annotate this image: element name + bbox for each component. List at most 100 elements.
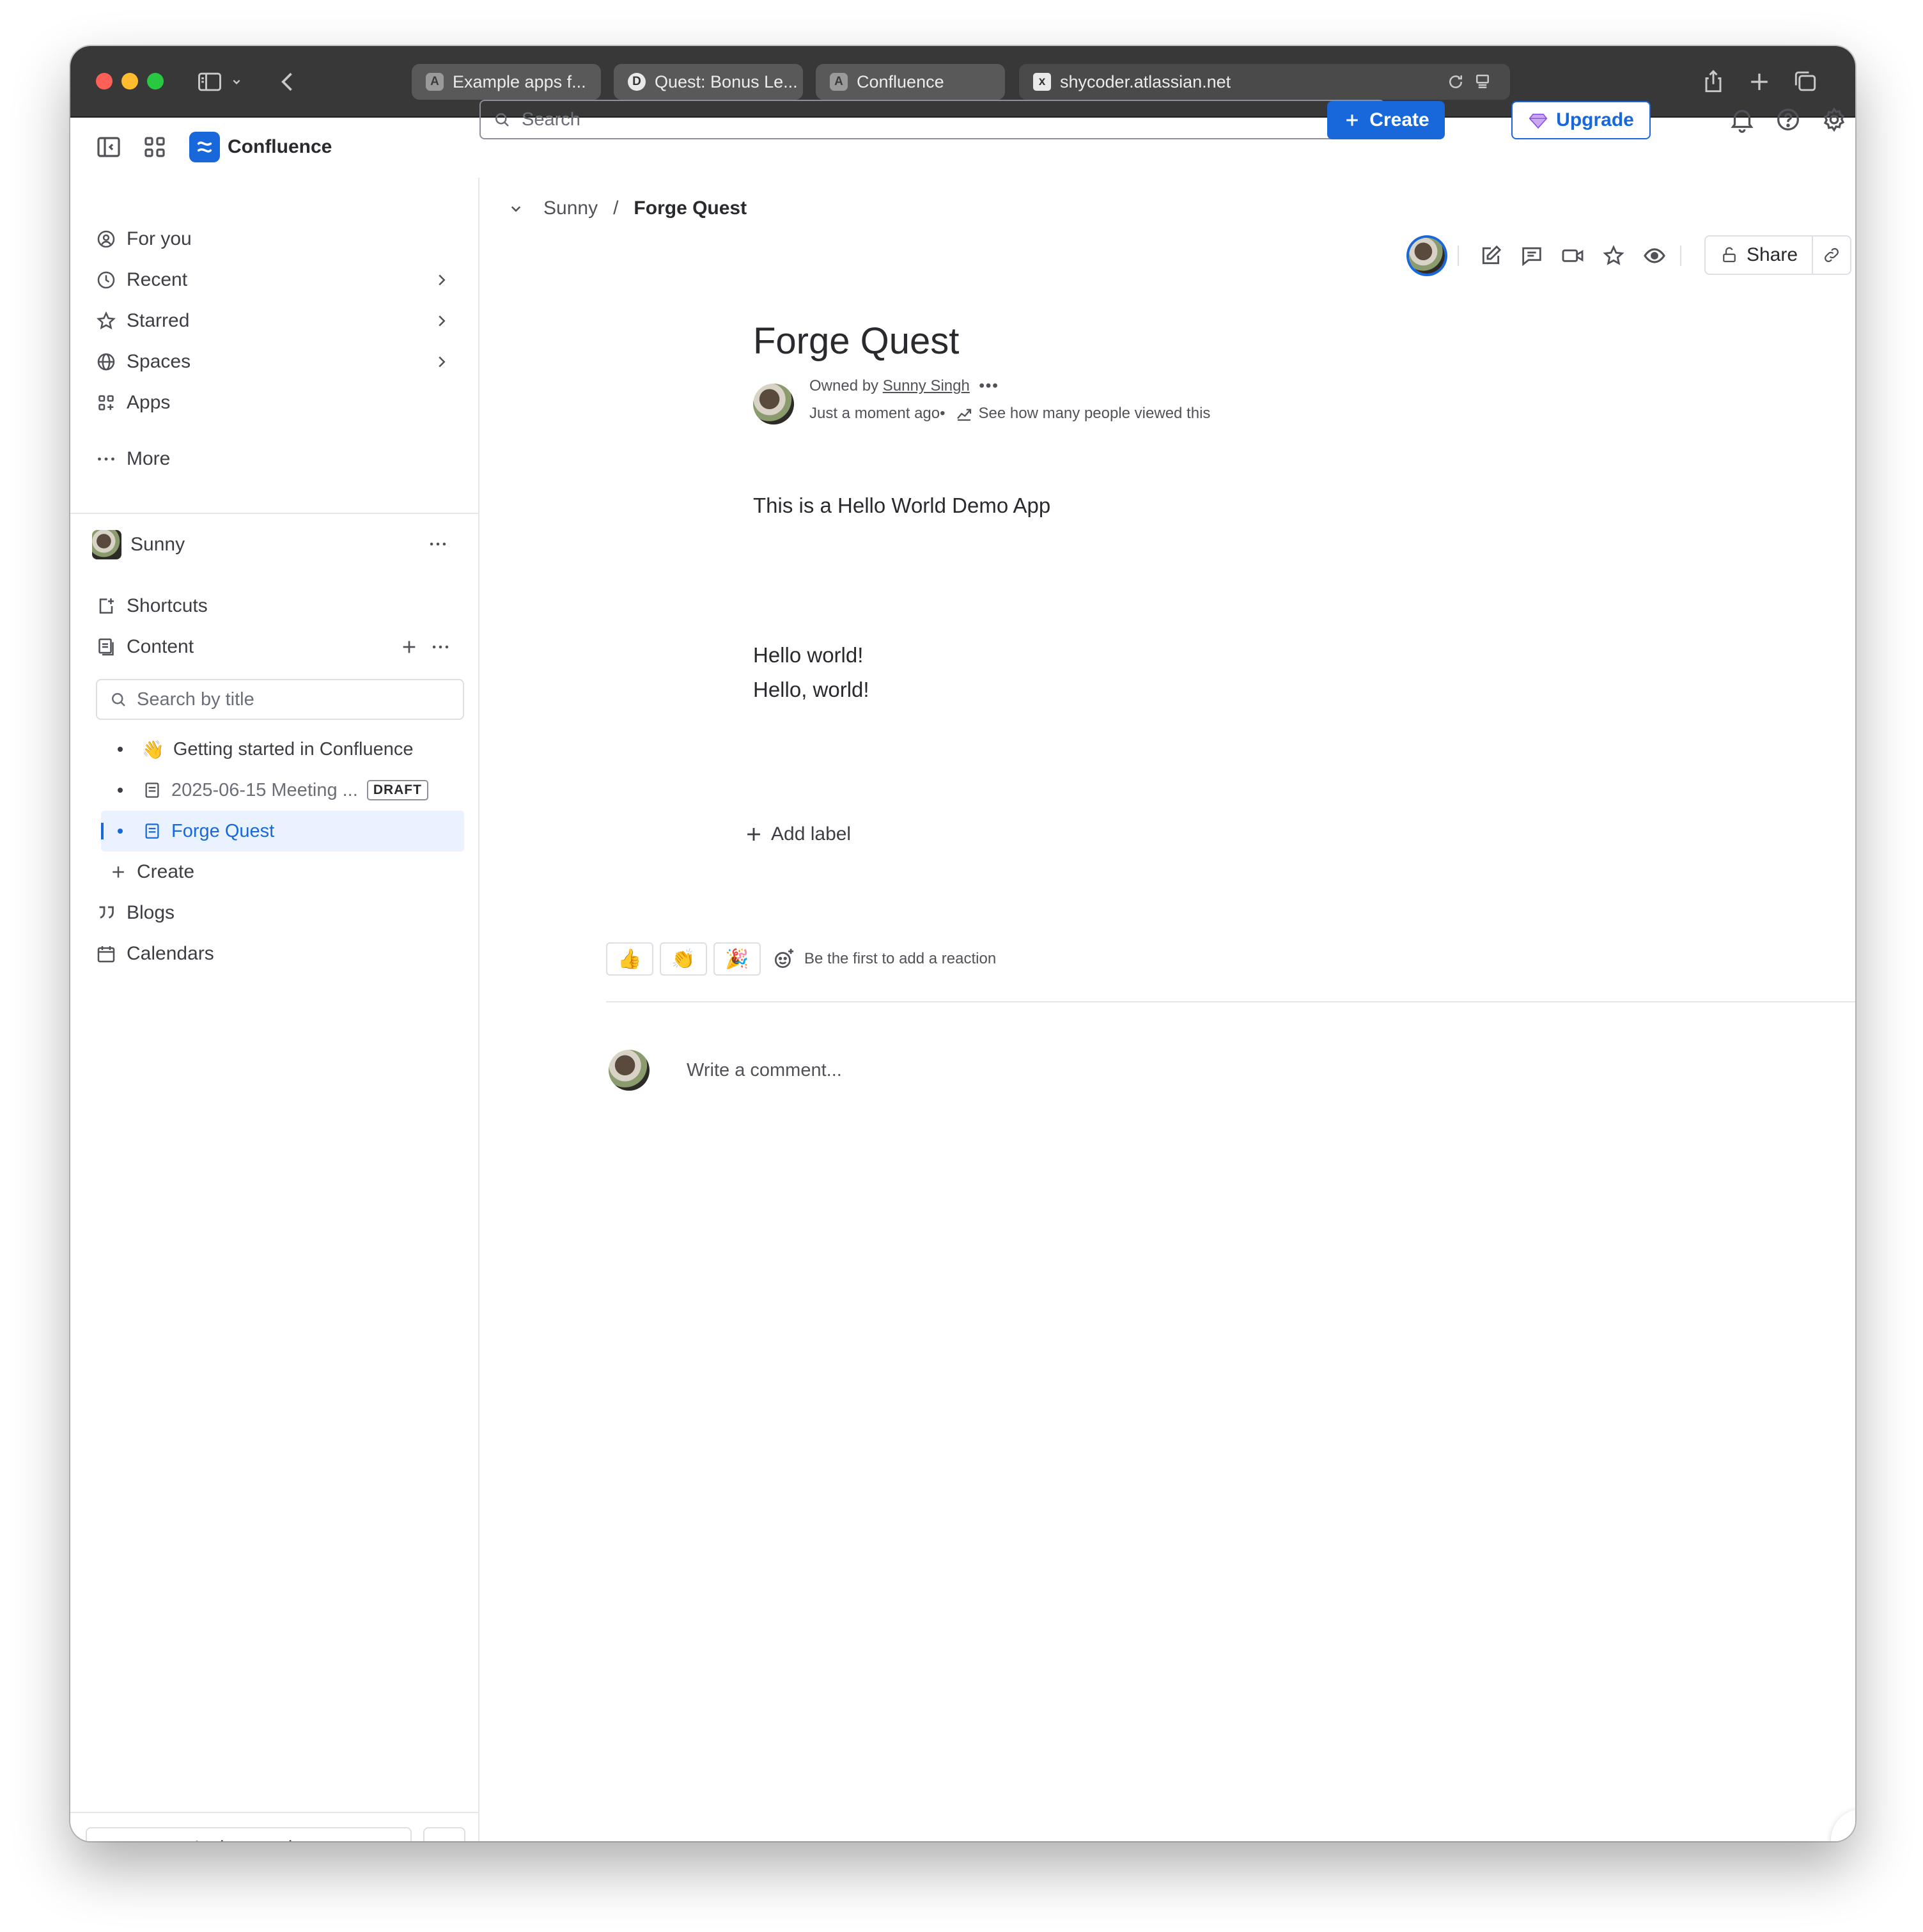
star-icon[interactable] bbox=[1601, 243, 1626, 269]
chevron-right-icon[interactable] bbox=[432, 352, 451, 371]
watch-eye-icon[interactable] bbox=[1642, 243, 1667, 269]
chevron-down-icon[interactable] bbox=[506, 199, 526, 218]
address-bar-tab[interactable]: x shycoder.atlassian.net bbox=[1019, 64, 1510, 100]
share-icon[interactable] bbox=[1699, 68, 1727, 96]
brand-name[interactable]: Confluence bbox=[228, 132, 332, 162]
video-icon[interactable] bbox=[1560, 243, 1585, 269]
views-analytics-link[interactable]: See how many people viewed this bbox=[979, 405, 1211, 423]
toolbar-divider bbox=[1680, 245, 1681, 266]
body-paragraph: This is a Hello World Demo App bbox=[753, 494, 1051, 517]
tree-item-forge-quest[interactable]: Forge Quest bbox=[101, 811, 464, 852]
sidebar-item-content[interactable]: Content bbox=[95, 629, 465, 665]
plus-icon bbox=[747, 828, 760, 841]
reader-icon[interactable] bbox=[1473, 72, 1492, 91]
sidebar-item-label: Calendars bbox=[127, 943, 214, 964]
confluence-logo-icon[interactable] bbox=[189, 132, 220, 162]
minimize-window-button[interactable] bbox=[121, 73, 138, 90]
sidebar-item-blogs[interactable]: Blogs bbox=[95, 895, 465, 931]
reload-icon[interactable] bbox=[1446, 72, 1465, 91]
unlock-icon bbox=[1723, 247, 1736, 263]
comment-placeholder[interactable]: Write a comment... bbox=[687, 1060, 842, 1081]
add-reaction-icon[interactable] bbox=[767, 942, 800, 976]
tree-item-getting-started[interactable]: 👋 Getting started in Confluence bbox=[101, 729, 464, 770]
close-window-button[interactable] bbox=[96, 73, 113, 90]
tab-overview-icon[interactable] bbox=[1791, 68, 1819, 96]
browser-tab[interactable]: A Confluence bbox=[816, 64, 1005, 100]
edit-pencil-icon[interactable] bbox=[1478, 243, 1504, 269]
browser-tab[interactable]: D Quest: Bonus Le... bbox=[614, 64, 803, 100]
sidebar-item-label: Apps bbox=[127, 392, 171, 413]
copy-link-icon[interactable] bbox=[1813, 237, 1850, 274]
notifications-bell-icon[interactable] bbox=[1727, 105, 1757, 134]
updated-time: Just a moment ago• bbox=[809, 405, 946, 422]
add-label-button[interactable]: Add label bbox=[743, 823, 851, 845]
sidebar-item-label: For you bbox=[127, 228, 192, 249]
sidebar-item-shortcuts[interactable]: Shortcuts bbox=[95, 588, 465, 624]
sidebar: For you Recent Starred Spaces Apps More bbox=[70, 178, 479, 1841]
tree-item-meeting-draft[interactable]: 2025-06-15 Meeting ... DRAFT bbox=[101, 770, 464, 811]
sidebar-item-more[interactable]: More bbox=[95, 441, 465, 477]
sidebar-item-spaces[interactable]: Spaces bbox=[95, 344, 465, 380]
chevron-down-icon[interactable] bbox=[228, 68, 245, 96]
collaborator-avatar[interactable] bbox=[1409, 238, 1445, 274]
chevron-right-icon[interactable] bbox=[432, 270, 451, 290]
upgrade-button[interactable]: Upgrade bbox=[1511, 101, 1651, 139]
chevron-right-icon[interactable] bbox=[432, 311, 451, 331]
sidebar-item-calendars[interactable]: Calendars bbox=[95, 936, 465, 972]
owner-avatar[interactable] bbox=[753, 384, 794, 425]
create-button[interactable]: Create bbox=[1327, 101, 1445, 139]
invite-people-button[interactable]: Invite people bbox=[86, 1827, 412, 1841]
breadcrumb-separator: / bbox=[613, 198, 619, 219]
body-paragraph: Hello, world! bbox=[753, 678, 869, 701]
owned-by-prefix: Owned by bbox=[809, 377, 879, 394]
sidebar-item-recent[interactable]: Recent bbox=[95, 262, 465, 298]
zoom-window-button[interactable] bbox=[147, 73, 164, 90]
sidebar-item-for-you[interactable]: For you bbox=[95, 221, 465, 257]
user-circle-icon bbox=[95, 228, 118, 251]
owner-link[interactable]: Sunny Singh bbox=[883, 377, 970, 394]
space-header[interactable]: Sunny bbox=[92, 526, 463, 564]
thumbs-up-reaction-button[interactable]: 👍 bbox=[606, 942, 653, 976]
quote-icon bbox=[95, 901, 118, 924]
sidebar-item-label: Content bbox=[127, 636, 194, 657]
comment-box[interactable]: Write a comment... bbox=[609, 1050, 842, 1091]
space-more-icon[interactable] bbox=[427, 533, 449, 555]
share-button-group: Share bbox=[1704, 235, 1851, 275]
help-icon[interactable] bbox=[1773, 105, 1803, 134]
search-by-title-input[interactable]: Search by title bbox=[96, 679, 464, 720]
shortcut-icon bbox=[95, 595, 118, 618]
add-label-text: Add label bbox=[771, 823, 852, 845]
sidebar-item-apps[interactable]: Apps bbox=[95, 385, 465, 421]
back-arrow-icon[interactable] bbox=[274, 68, 302, 96]
upgrade-label: Upgrade bbox=[1556, 109, 1634, 130]
tree-bullet bbox=[118, 747, 123, 752]
analytics-chart-icon bbox=[956, 409, 971, 421]
new-tab-icon[interactable] bbox=[1745, 68, 1773, 96]
app-switcher-icon[interactable] bbox=[139, 132, 170, 162]
tree-bullet bbox=[118, 829, 123, 834]
reaction-prompt: Be the first to add a reaction bbox=[804, 950, 997, 967]
sidebar-item-label: Spaces bbox=[127, 351, 191, 372]
browser-tab[interactable]: A Example apps f... bbox=[412, 64, 601, 100]
share-button[interactable]: Share bbox=[1706, 237, 1813, 274]
settings-gear-icon[interactable] bbox=[1819, 105, 1849, 134]
sidebar-create-item[interactable]: Create bbox=[109, 854, 464, 890]
calendar-icon bbox=[95, 942, 118, 965]
owner-more-icon[interactable]: ••• bbox=[979, 377, 999, 394]
breadcrumb-current[interactable]: Forge Quest bbox=[634, 198, 747, 219]
page-icon bbox=[142, 780, 162, 800]
sidebar-divider bbox=[70, 513, 478, 514]
clap-reaction-button[interactable]: 👏 bbox=[660, 942, 707, 976]
megaphone-icon[interactable] bbox=[423, 1827, 465, 1841]
comment-icon[interactable] bbox=[1519, 243, 1545, 269]
party-reaction-button[interactable]: 🎉 bbox=[713, 942, 761, 976]
global-search-input[interactable]: Search bbox=[479, 100, 1385, 139]
ai-sparkle-icon[interactable] bbox=[1831, 1809, 1855, 1841]
sidebar-item-starred[interactable]: Starred bbox=[95, 303, 465, 339]
add-content-plus-icon[interactable] bbox=[399, 637, 419, 657]
collapse-sidebar-icon[interactable] bbox=[93, 132, 124, 162]
sidebar-toggle-icon[interactable] bbox=[196, 68, 224, 96]
content-more-icon[interactable] bbox=[430, 636, 451, 658]
breadcrumb-space-link[interactable]: Sunny bbox=[543, 198, 598, 219]
comments-divider bbox=[606, 1001, 1855, 1002]
